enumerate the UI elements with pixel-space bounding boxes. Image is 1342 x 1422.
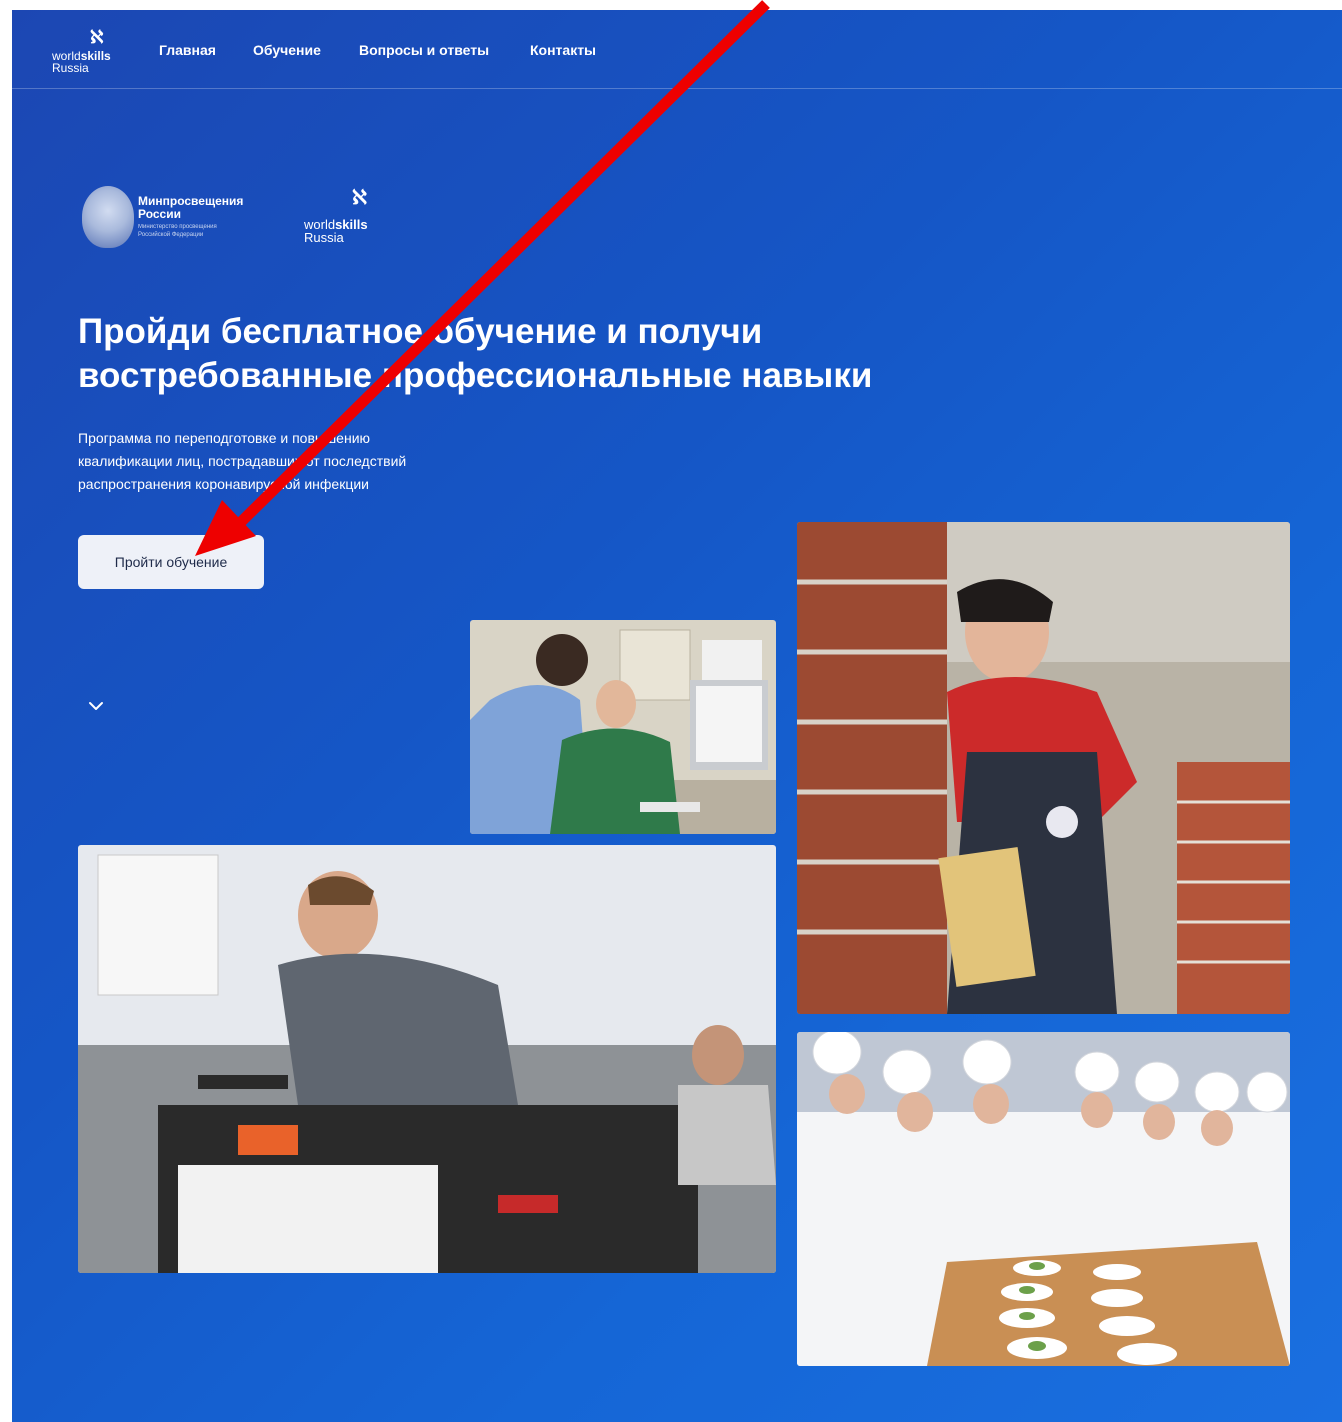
start-training-button[interactable]: Пройти обучение [78, 535, 264, 589]
coat-of-arms-icon [82, 186, 134, 248]
ministry-name-line2: России [138, 207, 181, 221]
worldskills-mark-icon: ℵ [90, 27, 104, 47]
hero-subtitle-line2: квалификации лиц, пострадавших от послед… [78, 453, 407, 469]
photo-bricklayer [797, 522, 1290, 1014]
nav-item-faq[interactable]: Вопросы и ответы [359, 42, 489, 58]
hero-subtitle: Программа по переподготовке и повышению [78, 430, 371, 446]
top-text-strip [0, 0, 1342, 10]
worldskills-partner-logo: ℵ worldskills Russia [304, 187, 368, 245]
ministry-name: Минпросвещения [138, 194, 244, 208]
ministry-caption-line2: Российской Федерации [138, 232, 204, 238]
nav-item-contacts[interactable]: Контакты [530, 42, 596, 58]
ministry-caption: Министерство просвещения [138, 224, 217, 230]
landing-page: ℵ worldskills Russia Главная Обучение Во… [12, 10, 1342, 1422]
photo-office-training [470, 620, 776, 834]
chevron-down-icon[interactable] [84, 694, 108, 718]
photo-electronics-lab [78, 845, 776, 1273]
photo-chefs-competition [797, 1032, 1290, 1366]
worldskills-mark-icon: ℵ [352, 187, 367, 209]
worldskills-logo[interactable]: ℵ worldskills Russia [52, 28, 112, 78]
nav-item-training[interactable]: Обучение [253, 42, 321, 58]
navbar: ℵ worldskills Russia Главная Обучение Во… [12, 10, 1342, 89]
hero-subtitle-line3: распространения коронавирусной инфекции [78, 476, 370, 492]
nav-item-home[interactable]: Главная [159, 42, 216, 58]
page-title: Пройди бесплатное обучение и получи вост… [78, 312, 873, 395]
